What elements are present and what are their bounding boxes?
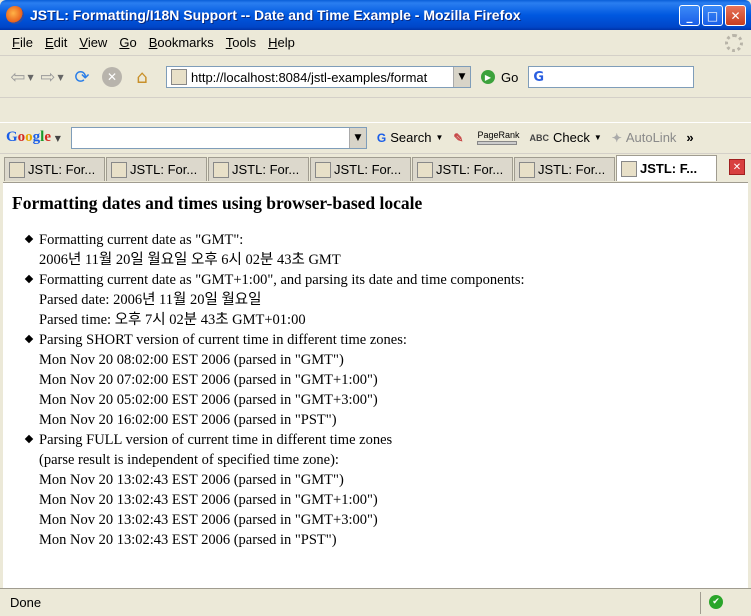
chevron-down-icon[interactable]: ▼ [594,133,602,142]
menu-view[interactable]: View [73,35,113,50]
window-controls: _ □ ✕ [679,5,746,26]
tab-favicon-icon [9,161,25,178]
list-item-short-parse: Parsing SHORT version of current time in… [39,330,748,430]
list-item-gmt1-parse: Formatting current date as "GMT+1:00", a… [39,270,748,330]
forward-arrow-icon: ⇨ [40,66,56,88]
window-titlebar[interactable]: JSTL: Formatting/I18N Support -- Date an… [0,0,751,30]
google-search-button[interactable]: G Search ▼ [377,130,443,145]
spell-check-button[interactable]: ABC Check ▼ [529,130,601,145]
pagerank-indicator[interactable]: PageRank [477,130,519,145]
go-button[interactable]: ▶ Go [481,70,518,85]
google-logo[interactable]: Google ▼ [6,129,61,146]
spellcheck-icon: ABC [529,132,549,143]
google-search-input[interactable]: ▼ [70,126,367,149]
list-item-full-parse: Parsing FULL version of current time in … [39,430,748,550]
page-heading: Formatting dates and times using browser… [12,193,423,213]
menu-edit[interactable]: Edit [39,35,73,50]
go-label: Go [501,69,519,85]
autolink-icon: ✦ [611,130,622,145]
checkmark-icon[interactable]: ✔ [709,595,723,609]
chevron-down-icon[interactable]: ▼ [27,73,33,82]
tab-favicon-icon [519,161,535,178]
autolink-button[interactable]: ✦ AutoLink [612,130,677,145]
home-button[interactable]: ⌂ [128,63,156,91]
tab-5[interactable]: JSTL: For... [412,157,513,181]
url-bar[interactable]: http://localhost:8084/jstl-examples/form… [166,66,471,88]
menu-bar: File Edit View Go Bookmarks Tools Help [0,30,751,56]
chevron-down-icon[interactable]: ▼ [55,134,61,143]
reload-icon: ⟳ [74,66,90,88]
close-tab-icon[interactable]: ✕ [729,159,745,175]
menu-help[interactable]: Help [262,35,301,50]
tab-1[interactable]: JSTL: For... [4,157,105,181]
menu-tools[interactable]: Tools [220,35,262,50]
chevron-down-icon[interactable]: ▼ [57,73,63,82]
list-item-gmt-format: Formatting current date as "GMT": 2006년 … [39,230,748,270]
maximize-button[interactable]: □ [702,5,723,26]
forward-button[interactable]: ⇨ ▼ [38,63,66,91]
page-favicon-icon [171,69,187,85]
back-button[interactable]: ⇦ ▼ [8,63,36,91]
status-divider [700,592,701,614]
window-title: JSTL: Formatting/I18N Support -- Date an… [30,7,521,23]
throbber-icon [725,34,743,52]
navigation-toolbar: ⇦ ▼ ⇨ ▼ ⟳ ✕ ⌂ http://localhost:8084/jstl-e… [0,57,751,97]
toolbar-overflow-button[interactable]: » [686,130,693,145]
stop-button[interactable]: ✕ [98,63,126,91]
firefox-icon [6,6,24,24]
pagerank-bar [477,140,518,145]
menu-bookmarks[interactable]: Bookmarks [143,35,220,50]
tab-favicon-icon [621,160,637,177]
menu-go[interactable]: Go [113,35,142,50]
reload-button[interactable]: ⟳ [68,63,96,91]
result-list: Formatting current date as "GMT": 2006년 … [39,230,748,550]
tab-2[interactable]: JSTL: For... [106,157,207,181]
tab-4[interactable]: JSTL: For... [310,157,411,181]
eraser-button[interactable]: ✎ [453,131,467,145]
chevron-down-icon[interactable]: ▼ [435,133,443,142]
empty-toolbar [0,97,751,121]
menu-file[interactable]: File [6,35,39,50]
minimize-button[interactable]: _ [679,5,700,26]
tab-7-active[interactable]: JSTL: F... [616,155,717,181]
search-engine-icon[interactable]: G [533,70,544,85]
close-button[interactable]: ✕ [725,5,746,26]
url-dropdown-button[interactable]: ▼ [453,67,470,87]
tab-favicon-icon [111,161,127,178]
stop-icon: ✕ [102,67,122,87]
back-arrow-icon: ⇦ [10,66,26,88]
tab-bar: JSTL: For... JSTL: For... JSTL: For... J… [0,153,751,181]
home-icon: ⌂ [136,66,148,88]
tab-favicon-icon [417,161,433,178]
tab-favicon-icon [315,161,331,178]
search-bar[interactable]: G [528,66,695,88]
eraser-icon: ✎ [453,130,464,145]
url-input[interactable]: http://localhost:8084/jstl-examples/form… [191,70,453,85]
page-content: Formatting dates and times using browser… [3,182,748,588]
google-search-dropdown[interactable]: ▼ [348,127,366,148]
status-bar: Done ✔ [0,588,751,616]
go-icon: ▶ [481,70,495,84]
tab-3[interactable]: JSTL: For... [208,157,309,181]
google-g-icon: G [376,130,387,145]
status-text: Done [10,595,42,610]
tab-6[interactable]: JSTL: For... [514,157,615,181]
tab-favicon-icon [213,161,229,178]
google-toolbar: Google ▼ ▼ G Search ▼ ✎ PageRank ABC Che… [0,122,751,152]
